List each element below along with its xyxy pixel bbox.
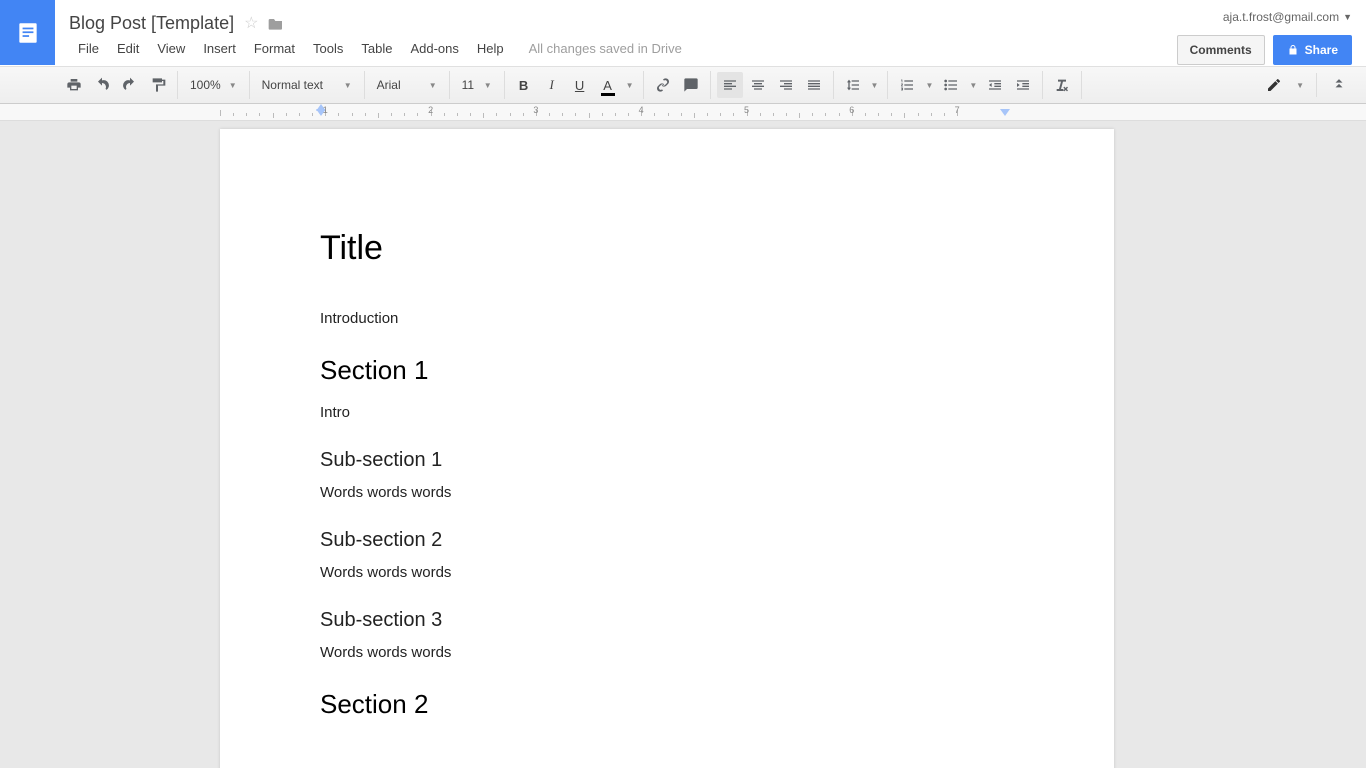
caret-down-icon: ▼ xyxy=(1343,12,1352,22)
account-email-text: aja.t.frost@gmail.com xyxy=(1223,10,1339,24)
ruler-track: 1 2 3 4 5 6 7 xyxy=(220,104,1114,120)
caret-down-icon[interactable]: ▼ xyxy=(1293,81,1307,90)
menu-tools[interactable]: Tools xyxy=(304,38,352,59)
collapse-toolbar-button[interactable] xyxy=(1326,72,1352,98)
decrease-indent-button[interactable] xyxy=(982,72,1008,98)
align-right-button[interactable] xyxy=(773,72,799,98)
toolbar: 100%▼ Normal text▼ Arial▼ 11▼ B I U A ▼ … xyxy=(0,66,1366,104)
align-justify-button[interactable] xyxy=(801,72,827,98)
paint-format-button[interactable] xyxy=(145,72,171,98)
ruler-label: 3 xyxy=(533,105,538,115)
paragraph-style-value: Normal text xyxy=(262,78,323,92)
doc-section2-heading[interactable]: Section 2 xyxy=(320,689,1014,720)
underline-button[interactable]: U xyxy=(567,72,593,98)
comments-button[interactable]: Comments xyxy=(1177,35,1265,65)
ruler[interactable]: 1 2 3 4 5 6 7 xyxy=(0,104,1366,121)
align-left-button[interactable] xyxy=(717,72,743,98)
document-canvas[interactable]: Title Introduction Section 1 Intro Sub-s… xyxy=(0,121,1366,768)
caret-down-icon[interactable]: ▼ xyxy=(623,81,637,90)
paragraph-style-dropdown[interactable]: Normal text ▼ xyxy=(256,72,358,98)
doc-section1-intro[interactable]: Intro xyxy=(320,402,1014,423)
align-center-button[interactable] xyxy=(745,72,771,98)
menu-addons[interactable]: Add-ons xyxy=(401,38,467,59)
menu-help[interactable]: Help xyxy=(468,38,513,59)
document-page[interactable]: Title Introduction Section 1 Intro Sub-s… xyxy=(220,129,1114,768)
doc-subsection1-heading[interactable]: Sub-section 1 xyxy=(320,449,1014,472)
ruler-right-margin-marker[interactable] xyxy=(1000,109,1010,116)
caret-down-icon[interactable]: ▼ xyxy=(922,81,936,90)
caret-down-icon[interactable]: ▼ xyxy=(868,81,882,90)
font-family-value: Arial xyxy=(377,78,401,92)
ruler-label: 6 xyxy=(849,105,854,115)
numbered-list-button[interactable] xyxy=(894,72,920,98)
caret-down-icon: ▼ xyxy=(344,81,352,90)
font-size-dropdown[interactable]: 11 ▼ xyxy=(456,72,498,98)
title-area: Blog Post [Template] ☆ File Edit View In… xyxy=(55,0,1366,65)
account-area: aja.t.frost@gmail.com ▼ xyxy=(1223,10,1352,24)
doc-subsection3-heading[interactable]: Sub-section 3 xyxy=(320,609,1014,632)
separator xyxy=(1316,73,1317,97)
italic-button[interactable]: I xyxy=(539,72,565,98)
ruler-label: 4 xyxy=(639,105,644,115)
menu-insert[interactable]: Insert xyxy=(194,38,245,59)
star-icon[interactable]: ☆ xyxy=(244,13,258,33)
ruler-label: 1 xyxy=(323,105,328,115)
doc-title-heading[interactable]: Title xyxy=(320,229,1014,268)
text-color-button[interactable]: A xyxy=(595,72,621,98)
menu-table[interactable]: Table xyxy=(352,38,401,59)
font-family-dropdown[interactable]: Arial ▼ xyxy=(371,72,443,98)
ruler-label: 5 xyxy=(744,105,749,115)
header-bar: Blog Post [Template] ☆ File Edit View In… xyxy=(0,0,1366,66)
doc-section1-heading[interactable]: Section 1 xyxy=(320,355,1014,386)
doc-subsection3-body[interactable]: Words words words xyxy=(320,642,1014,663)
undo-button[interactable] xyxy=(89,72,115,98)
doc-intro-paragraph[interactable]: Introduction xyxy=(320,308,1014,329)
text-color-swatch xyxy=(601,93,615,96)
app-logo[interactable] xyxy=(0,0,55,65)
share-button-label: Share xyxy=(1305,43,1338,57)
doc-subsection2-heading[interactable]: Sub-section 2 xyxy=(320,529,1014,552)
menu-format[interactable]: Format xyxy=(245,38,304,59)
zoom-dropdown[interactable]: 100% ▼ xyxy=(184,72,243,98)
ruler-label: 2 xyxy=(428,105,433,115)
editing-mode-button[interactable] xyxy=(1261,72,1287,98)
line-spacing-button[interactable] xyxy=(840,72,866,98)
menu-file[interactable]: File xyxy=(69,38,108,59)
ruler-label: 7 xyxy=(955,105,960,115)
increase-indent-button[interactable] xyxy=(1010,72,1036,98)
clear-formatting-button[interactable] xyxy=(1049,72,1075,98)
caret-down-icon: ▼ xyxy=(484,81,492,90)
save-status: All changes saved in Drive xyxy=(529,41,682,56)
zoom-value: 100% xyxy=(190,78,221,92)
menu-bar: File Edit View Insert Format Tools Table… xyxy=(69,38,1366,59)
menu-view[interactable]: View xyxy=(148,38,194,59)
folder-icon[interactable] xyxy=(268,16,284,30)
doc-subsection2-body[interactable]: Words words words xyxy=(320,562,1014,583)
header-buttons: Comments Share xyxy=(1177,35,1352,65)
caret-down-icon[interactable]: ▼ xyxy=(966,81,980,90)
redo-button[interactable] xyxy=(117,72,143,98)
document-title[interactable]: Blog Post [Template] xyxy=(69,13,234,34)
print-button[interactable] xyxy=(61,72,87,98)
account-email[interactable]: aja.t.frost@gmail.com ▼ xyxy=(1223,10,1352,24)
font-size-value: 11 xyxy=(462,78,474,92)
caret-down-icon: ▼ xyxy=(429,81,437,90)
lock-icon xyxy=(1287,44,1299,56)
share-button[interactable]: Share xyxy=(1273,35,1352,65)
insert-comment-button[interactable] xyxy=(678,72,704,98)
menu-edit[interactable]: Edit xyxy=(108,38,148,59)
doc-subsection1-body[interactable]: Words words words xyxy=(320,482,1014,503)
bulleted-list-button[interactable] xyxy=(938,72,964,98)
bold-button[interactable]: B xyxy=(511,72,537,98)
insert-link-button[interactable] xyxy=(650,72,676,98)
caret-down-icon: ▼ xyxy=(229,81,237,90)
